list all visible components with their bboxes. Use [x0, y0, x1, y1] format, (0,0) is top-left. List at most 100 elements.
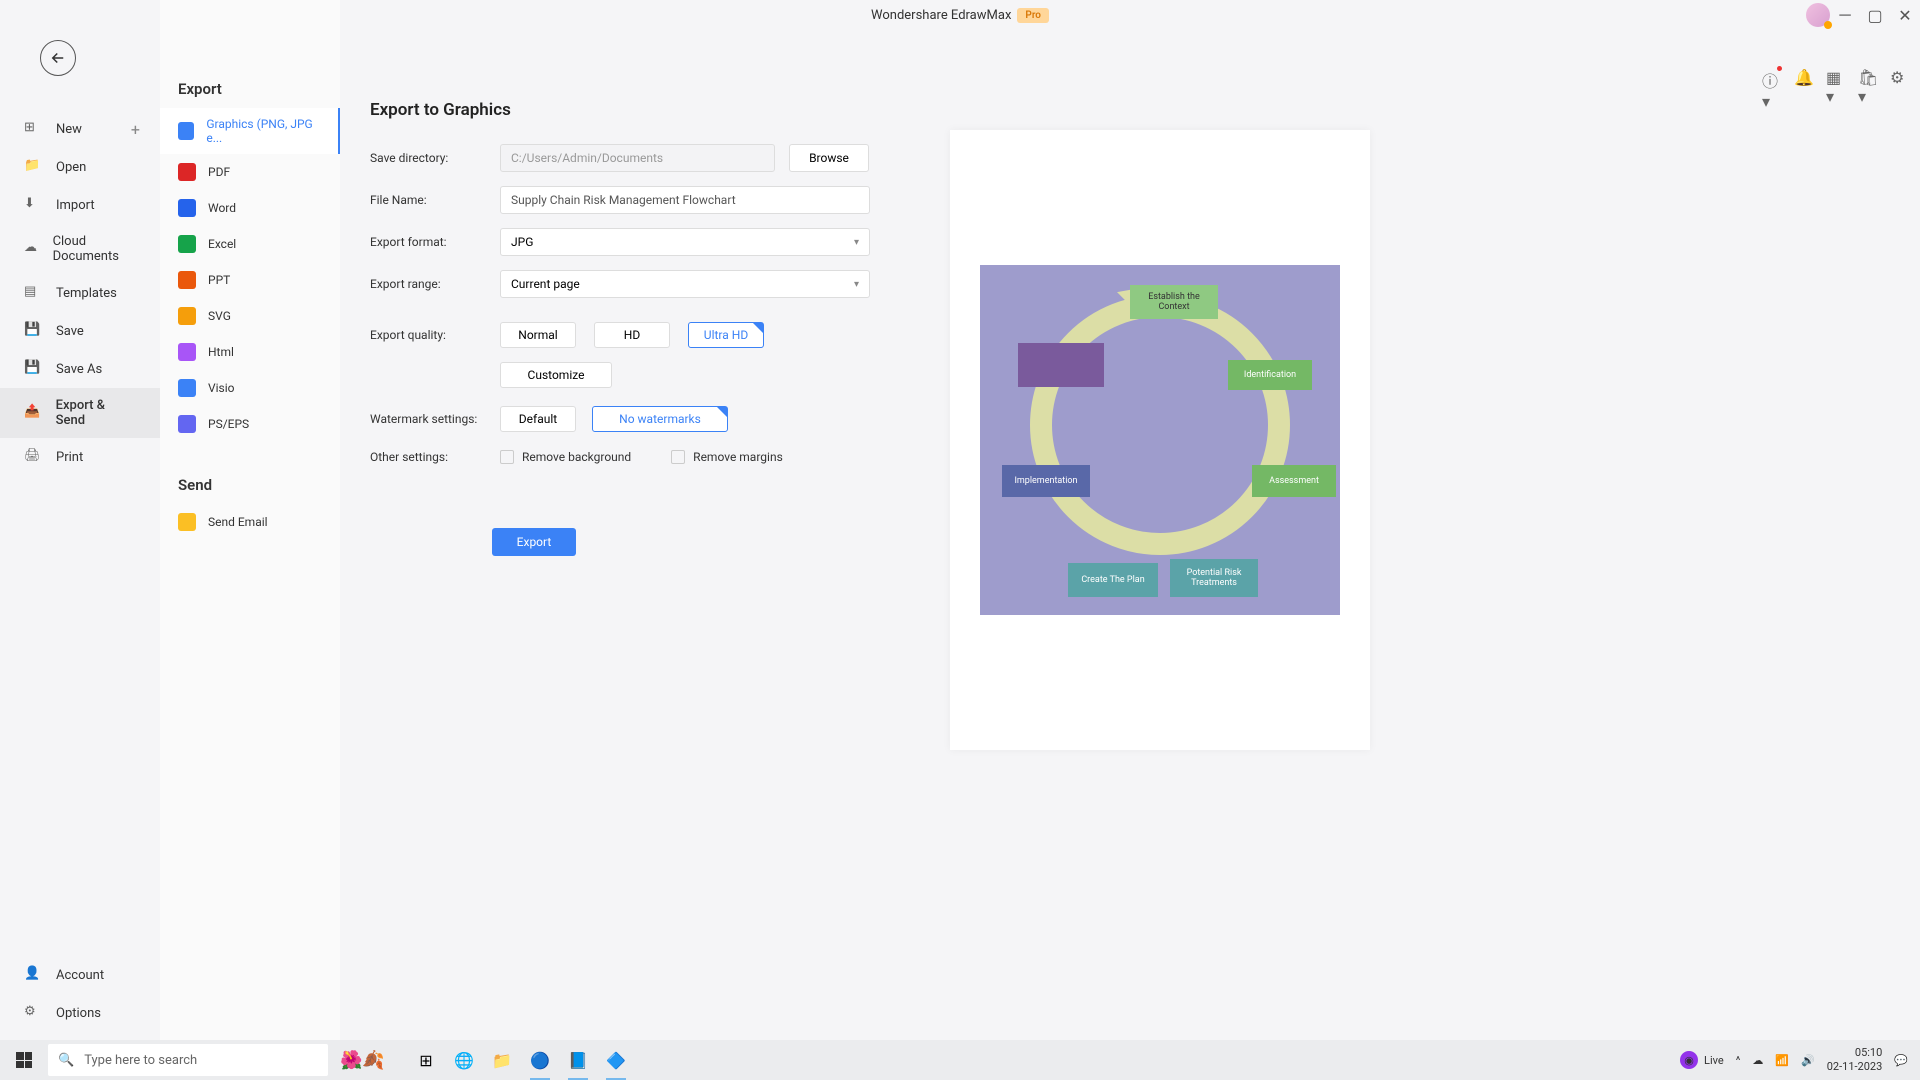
sidebar-item-open[interactable]: 📁 Open — [0, 148, 160, 186]
range-label: Export range: — [370, 277, 500, 291]
export-excel[interactable]: Excel — [160, 226, 340, 262]
ppt-icon — [178, 271, 196, 289]
checkbox-box — [671, 450, 685, 464]
mid-item-label: Word — [208, 201, 236, 215]
sidebar-item-label: Save — [56, 324, 84, 339]
taskbar-clock[interactable]: 05:10 02-11-2023 — [1827, 1046, 1883, 1075]
settings-icon[interactable]: ⚙ — [1890, 68, 1908, 86]
box-implementation: Implementation — [1002, 465, 1090, 497]
export-html[interactable]: Html — [160, 334, 340, 370]
explorer-icon[interactable]: 📁 — [484, 1040, 520, 1080]
image-icon — [178, 122, 194, 140]
box-create-plan: Create The Plan — [1068, 563, 1158, 597]
preview-canvas: Establish the Context Identification Imp… — [980, 265, 1340, 615]
folder-icon: 📁 — [24, 158, 42, 176]
export-pdf[interactable]: PDF — [160, 154, 340, 190]
browse-button[interactable]: Browse — [789, 144, 869, 172]
templates-icon: ▤ — [24, 284, 42, 302]
grid-icon[interactable]: ▦ ▾ — [1826, 68, 1844, 86]
export-visio[interactable]: Visio — [160, 370, 340, 406]
svg-icon — [178, 307, 196, 325]
notification-icon[interactable]: 💬 — [1894, 1054, 1908, 1067]
user-avatar[interactable] — [1806, 3, 1830, 27]
html-icon — [178, 343, 196, 361]
sidebar-item-import[interactable]: ⬇ Import — [0, 186, 160, 224]
quality-customize[interactable]: Customize — [500, 362, 612, 388]
range-select[interactable]: Current page — [500, 270, 870, 298]
live-badge[interactable]: ◉ Live — [1680, 1051, 1724, 1069]
format-select[interactable]: JPG — [500, 228, 870, 256]
export-section-title: Export — [160, 70, 340, 108]
mid-item-label: PPT — [208, 273, 230, 287]
sidebar-item-saveas[interactable]: 💾 Save As — [0, 350, 160, 388]
quality-ultra[interactable]: Ultra HD — [688, 322, 764, 348]
taskbar: 🔍 Type here to search 🌺🍂 ⊞ 🌐 📁 🔵 📘 🔷 ◉ L… — [0, 1040, 1920, 1080]
export-graphics[interactable]: Graphics (PNG, JPG e... — [160, 108, 340, 154]
taskbar-search[interactable]: 🔍 Type here to search — [48, 1044, 328, 1076]
chrome-icon[interactable]: 🔵 — [522, 1040, 558, 1080]
sidebar-item-export[interactable]: 📤 Export & Send — [0, 388, 160, 438]
sidebar-item-options[interactable]: ⚙ Options — [0, 994, 160, 1032]
export-ps[interactable]: PS/EPS — [160, 406, 340, 442]
edrawmax-icon[interactable]: 🔷 — [598, 1040, 634, 1080]
saveas-icon: 💾 — [24, 360, 42, 378]
sidebar-item-cloud[interactable]: ☁ Cloud Documents — [0, 224, 160, 274]
news-widget[interactable]: 🌺🍂 — [340, 1050, 385, 1071]
sidebar-item-account[interactable]: 👤 Account — [0, 956, 160, 994]
app-title: Wondershare EdrawMax — [871, 8, 1011, 23]
filename-label: File Name: — [370, 193, 500, 207]
remove-margins-checkbox[interactable]: Remove margins — [671, 450, 783, 464]
minimize-button[interactable]: ─ — [1838, 8, 1852, 22]
sidebar-item-save[interactable]: 💾 Save — [0, 312, 160, 350]
filename-input[interactable] — [500, 186, 870, 214]
mid-item-label: Html — [208, 345, 234, 359]
sidebar-item-label: Account — [56, 968, 104, 983]
watermark-none[interactable]: No watermarks — [592, 406, 728, 432]
close-button[interactable]: ✕ — [1898, 8, 1912, 22]
mid-item-label: Graphics (PNG, JPG e... — [206, 117, 320, 145]
quality-hd[interactable]: HD — [594, 322, 670, 348]
volume-icon[interactable]: 🔊 — [1801, 1054, 1815, 1067]
gear-icon: ⚙ — [24, 1004, 42, 1022]
quality-label: Export quality: — [370, 328, 500, 342]
export-button[interactable]: Export — [492, 528, 576, 556]
box-treatments: Potential Risk Treatments — [1170, 559, 1258, 597]
box-identification: Identification — [1228, 360, 1312, 390]
print-icon: 🖨 — [24, 448, 42, 466]
taskview-icon[interactable]: ⊞ — [408, 1040, 444, 1080]
tray-chevron-icon[interactable]: ^ — [1736, 1054, 1741, 1067]
help-icon[interactable]: ⓘ ▾ — [1762, 68, 1780, 86]
word-icon — [178, 199, 196, 217]
sidebar-item-label: Cloud Documents — [53, 234, 136, 264]
back-button[interactable] — [40, 40, 76, 76]
export-ppt[interactable]: PPT — [160, 262, 340, 298]
add-icon[interactable]: + — [131, 120, 140, 139]
maximize-button[interactable]: ▢ — [1868, 8, 1882, 22]
start-button[interactable] — [0, 1040, 48, 1080]
other-label: Other settings: — [370, 450, 500, 464]
plus-square-icon: ⊞ — [24, 120, 42, 138]
edge-icon[interactable]: 🌐 — [446, 1040, 482, 1080]
sidebar-item-templates[interactable]: ▤ Templates — [0, 274, 160, 312]
watermark-default[interactable]: Default — [500, 406, 576, 432]
send-email[interactable]: Send Email — [160, 504, 340, 540]
onedrive-icon[interactable]: ☁ — [1752, 1054, 1763, 1067]
word-icon[interactable]: 📘 — [560, 1040, 596, 1080]
export-word[interactable]: Word — [160, 190, 340, 226]
save-icon: 💾 — [24, 322, 42, 340]
sidebar-item-new[interactable]: ⊞ New + — [0, 110, 160, 148]
save-dir-input — [500, 144, 775, 172]
shop-icon[interactable]: 🛍 ▾ — [1858, 68, 1876, 86]
mid-item-label: Send Email — [208, 515, 268, 529]
box-assessment: Assessment — [1252, 465, 1336, 497]
live-icon: ◉ — [1680, 1051, 1698, 1069]
remove-bg-checkbox[interactable]: Remove background — [500, 450, 631, 464]
export-svg[interactable]: SVG — [160, 298, 340, 334]
wifi-icon[interactable]: 📶 — [1775, 1054, 1789, 1067]
pro-badge: Pro — [1017, 8, 1049, 23]
bell-icon[interactable]: 🔔 — [1794, 68, 1812, 86]
quality-normal[interactable]: Normal — [500, 322, 576, 348]
visio-icon — [178, 379, 196, 397]
sidebar-item-print[interactable]: 🖨 Print — [0, 438, 160, 476]
mid-item-label: SVG — [208, 309, 231, 323]
